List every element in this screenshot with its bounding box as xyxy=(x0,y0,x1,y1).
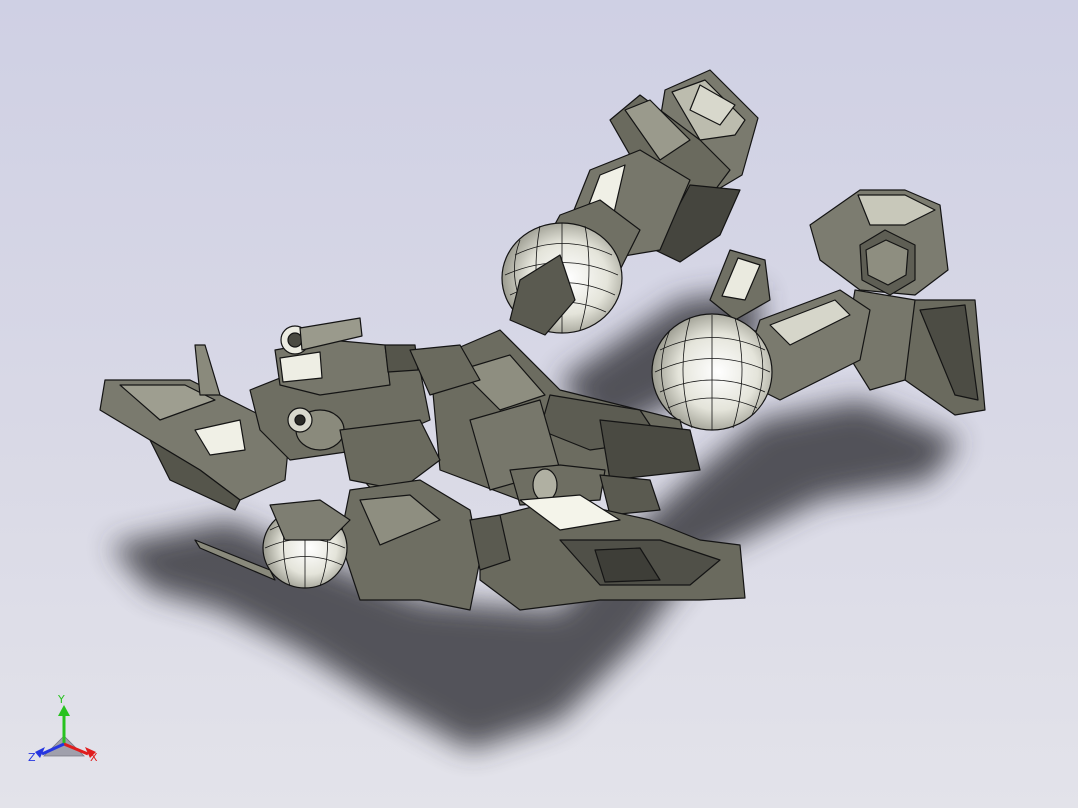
knee-joint-upper xyxy=(501,222,623,336)
model-view[interactable] xyxy=(0,0,1078,808)
x-axis-label: X xyxy=(90,751,98,764)
knee-joint-lower xyxy=(651,313,773,431)
z-axis-label: Z xyxy=(28,751,36,764)
reference-triad: Y Z X xyxy=(26,694,106,770)
graphics-viewport[interactable]: Y Z X xyxy=(0,0,1078,808)
y-axis-label: Y xyxy=(58,693,65,706)
